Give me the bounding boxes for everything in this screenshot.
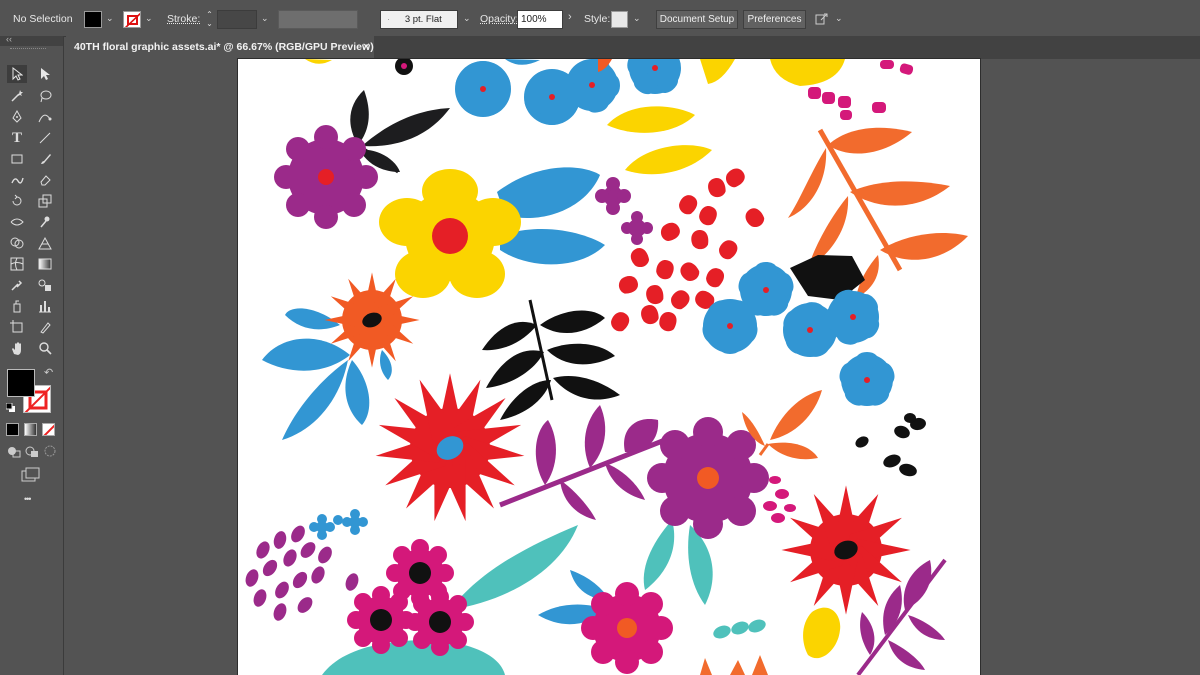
direct-selection-tool-icon[interactable]	[35, 65, 55, 83]
yellow-flower[interactable]	[379, 167, 605, 298]
purple-bud-cluster[interactable]	[595, 177, 653, 245]
zoom-tool-icon[interactable]	[35, 339, 55, 357]
graphic-style-swatch[interactable]	[611, 11, 628, 28]
brush-dot-icon: ·	[387, 14, 391, 25]
draw-inside-icon[interactable]	[43, 445, 57, 458]
artboard[interactable]	[238, 59, 980, 675]
document-setup-button[interactable]: Document Setup	[656, 10, 738, 29]
teal-leaf-base[interactable]	[322, 640, 505, 675]
arrange-documents-icon[interactable]	[815, 12, 831, 27]
black-seed-scatter[interactable]	[853, 413, 926, 478]
gradient-mode-icon[interactable]	[24, 423, 37, 436]
swap-fill-stroke-icon[interactable]: ↶	[44, 366, 53, 379]
line-segment-tool-icon[interactable]	[35, 129, 55, 147]
teal-leaf[interactable]	[450, 525, 578, 610]
change-screen-mode-icon[interactable]	[21, 467, 41, 482]
selection-status: No Selection	[13, 13, 73, 25]
teal-petals-bottom[interactable]	[711, 617, 767, 640]
document-tab[interactable]: 40TH floral graphic assets.ai* @ 66.67% …	[66, 36, 374, 59]
default-fill-stroke-icon[interactable]	[5, 402, 15, 412]
shaper-tool-icon[interactable]	[7, 171, 27, 189]
stroke-weight-field[interactable]	[217, 10, 257, 29]
hand-tool-icon[interactable]	[7, 339, 27, 357]
brush-definition[interactable]: · 3 pt. Flat	[380, 10, 458, 29]
opacity-arrow-icon[interactable]: ›	[568, 11, 572, 23]
tools-panel-header[interactable]: ‹‹	[0, 34, 63, 46]
floral-artwork[interactable]	[238, 59, 980, 675]
blend-tool-icon[interactable]	[35, 276, 55, 294]
close-tab-icon[interactable]: ✕	[362, 36, 370, 59]
preferences-button[interactable]: Preferences	[743, 10, 806, 29]
fill-swatch[interactable]	[84, 11, 102, 28]
style-dropdown-icon[interactable]: ⌄	[633, 13, 641, 24]
purple-round-flower[interactable]	[643, 417, 769, 605]
eraser-tool-icon[interactable]	[35, 171, 55, 189]
opacity-value: 100%	[521, 14, 547, 25]
opacity-label[interactable]: Opacity:	[480, 13, 519, 25]
stroke-weight-stepper[interactable]: ⌃ ⌄	[203, 10, 216, 29]
opacity-field[interactable]: 100%	[517, 10, 563, 29]
paintbrush-tool-icon[interactable]	[35, 150, 55, 168]
document-title: 40TH floral graphic assets.ai* @ 66.67% …	[74, 41, 374, 53]
no-stroke-icon	[124, 12, 140, 27]
rotate-tool-icon[interactable]	[7, 192, 27, 210]
color-mode-icon[interactable]	[6, 423, 19, 436]
orange-buds-bottom[interactable]	[700, 655, 768, 675]
perspective-grid-tool-icon[interactable]	[35, 234, 55, 252]
edit-toolbar-icon[interactable]: •••	[24, 494, 32, 504]
draw-normal-icon[interactable]	[7, 445, 21, 458]
stroke-swatch[interactable]	[123, 11, 141, 28]
curvature-tool-icon[interactable]	[35, 108, 55, 126]
magic-wand-tool-icon[interactable]	[7, 87, 27, 105]
draw-behind-icon[interactable]	[25, 445, 39, 458]
width-tool-icon[interactable]	[7, 213, 27, 231]
fill-dropdown-icon[interactable]: ⌄	[106, 13, 114, 24]
yellow-petal-bottom[interactable]	[803, 607, 841, 659]
artboard-tool-icon[interactable]	[7, 318, 27, 336]
arrange-dropdown-icon[interactable]: ⌄	[835, 13, 843, 24]
pen-tool-icon[interactable]	[7, 108, 27, 126]
control-bar: No Selection ⌄ ⌄ Stroke: ⌃ ⌄ ⌄ · 3 pt. Fl…	[0, 0, 1200, 37]
puppet-warp-tool-icon[interactable]	[35, 213, 55, 231]
magenta-flowers[interactable]	[347, 539, 474, 656]
type-tool-icon[interactable]: T	[7, 129, 27, 147]
gradient-tool-icon[interactable]	[35, 255, 55, 273]
brush-definition-value: 3 pt. Flat	[404, 14, 442, 25]
column-graph-tool-icon[interactable]	[35, 297, 55, 315]
panel-grip[interactable]	[10, 48, 46, 51]
none-mode-icon[interactable]	[42, 423, 55, 436]
stroke-weight-dropdown-icon[interactable]: ⌄	[261, 13, 269, 24]
lasso-tool-icon[interactable]	[35, 87, 55, 105]
tools-panel: ‹‹ T ↶ •••	[0, 34, 64, 675]
fill-color-box-front[interactable]	[7, 369, 35, 397]
style-label: Style:	[584, 13, 611, 25]
black-leaf-sprig[interactable]	[350, 90, 450, 174]
yellow-leaves[interactable]	[607, 106, 712, 175]
selection-tool-icon[interactable]	[7, 65, 27, 83]
mesh-tool-icon[interactable]	[7, 255, 27, 273]
collapse-icon[interactable]: ‹‹	[6, 34, 12, 44]
slice-tool-icon[interactable]	[35, 318, 55, 336]
purple-petal-scatter[interactable]	[243, 523, 360, 622]
magenta-flower-bottom[interactable]	[581, 582, 673, 674]
brush-dropdown-icon[interactable]: ⌄	[463, 13, 471, 24]
purple-branch-bottom[interactable]	[856, 558, 947, 675]
purple-branch[interactable]	[499, 405, 666, 520]
small-blue-flowers[interactable]	[309, 509, 368, 540]
variable-width-profile[interactable]	[278, 10, 358, 29]
eyedropper-tool-icon[interactable]	[7, 276, 27, 294]
purple-flower-left[interactable]	[274, 125, 378, 229]
scale-tool-icon[interactable]	[35, 192, 55, 210]
black-fern[interactable]	[482, 299, 620, 420]
stroke-label[interactable]: Stroke:	[167, 13, 200, 25]
shape-builder-tool-icon[interactable]	[7, 234, 27, 252]
rectangle-tool-icon[interactable]	[7, 150, 27, 168]
stroke-dropdown-icon[interactable]: ⌄	[145, 13, 153, 24]
symbol-sprayer-tool-icon[interactable]	[7, 297, 27, 315]
